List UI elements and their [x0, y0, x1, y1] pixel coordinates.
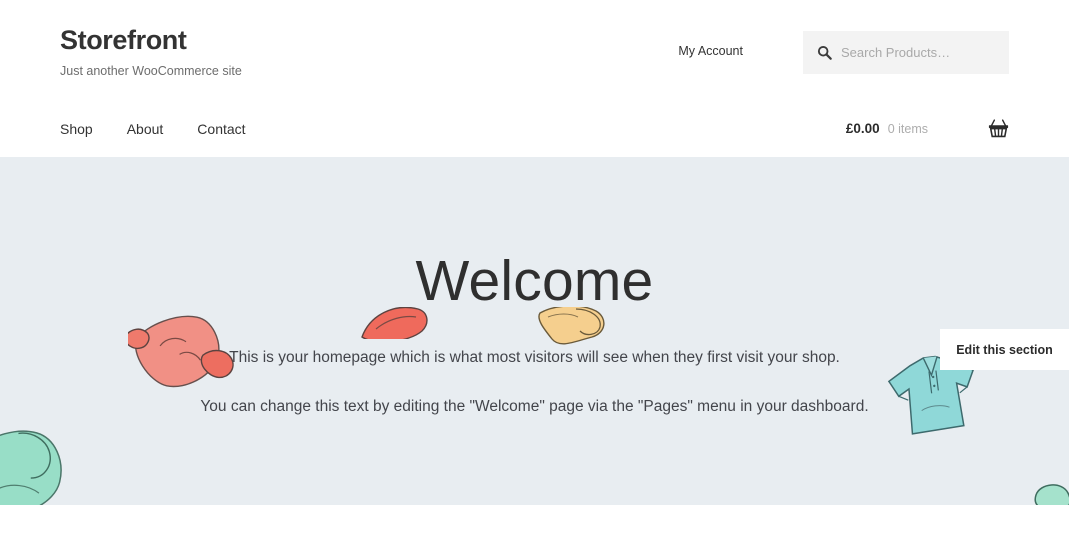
nav-item-about[interactable]: About [127, 121, 164, 137]
storefront-homepage: Storefront Just another WooCommerce site… [0, 0, 1069, 549]
site-branding[interactable]: Storefront Just another WooCommerce site [60, 25, 242, 78]
main-menu: Shop About Contact [60, 121, 246, 137]
cart-contents[interactable]: £0.00 0 items [846, 100, 1009, 157]
search-icon [817, 45, 832, 60]
cart-total-amount: £0.00 [845, 121, 880, 136]
nav-item-shop[interactable]: Shop [60, 121, 93, 137]
mint-zip-hoodie-right-edge [1018, 479, 1069, 505]
hero-paragraph-1: This is your homepage which is what most… [229, 348, 840, 366]
primary-navigation: Shop About Contact £0.00 0 items [60, 100, 1009, 157]
site-description: Just another WooCommerce site [60, 63, 242, 78]
site-title[interactable]: Storefront [60, 25, 242, 56]
cart-item-count: 0 items [887, 121, 928, 136]
page-title: Welcome [415, 249, 654, 313]
site-header: Storefront Just another WooCommerce site… [0, 0, 1069, 157]
header-top-row: Storefront Just another WooCommerce site… [60, 0, 1017, 100]
hero-content: Welcome This is your homepage which is w… [0, 157, 1069, 419]
edit-this-section-button[interactable]: Edit this section [940, 329, 1069, 370]
search-input[interactable] [841, 45, 1017, 60]
my-account-link[interactable]: My Account [678, 44, 743, 58]
shopping-basket-icon[interactable] [988, 119, 1009, 138]
hero-paragraph-2: You can change this text by editing the … [200, 397, 869, 415]
hero-section: Welcome This is your homepage which is w… [0, 157, 1069, 505]
nav-item-contact[interactable]: Contact [197, 121, 245, 137]
product-search-form[interactable] [803, 31, 1017, 74]
mint-garment-left-edge [0, 425, 80, 505]
